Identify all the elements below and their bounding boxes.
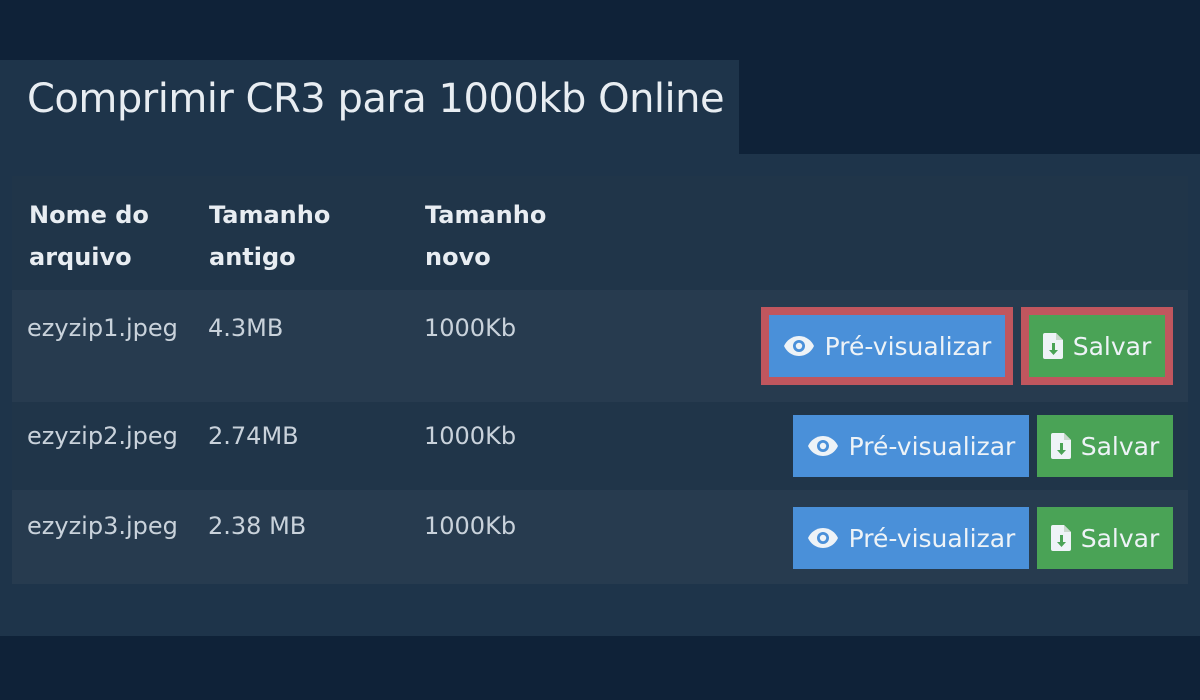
new-size-cell: 1000Kb — [424, 314, 517, 342]
file-download-icon — [1050, 525, 1071, 551]
save-button[interactable]: Salvar — [1029, 315, 1165, 377]
table-header-row: Nome do arquivo Tamanho antigo Tamanho n… — [12, 176, 1188, 290]
preview-button-label: Pré-visualizar — [848, 523, 1016, 553]
file-download-icon — [1042, 333, 1063, 359]
old-size-cell: 2.74MB — [208, 422, 299, 450]
new-size-cell: 1000Kb — [424, 422, 517, 450]
preview-button[interactable]: Pré-visualizar — [769, 315, 1005, 377]
save-button-label: Salvar — [1072, 331, 1152, 361]
column-header-new-size: Tamanho novo — [425, 201, 547, 271]
save-button[interactable]: Salvar — [1037, 507, 1173, 569]
table-row: ezyzip3.jpeg 2.38 MB 1000Kb Pré-visualiz… — [12, 490, 1188, 584]
results-table: Nome do arquivo Tamanho antigo Tamanho n… — [12, 176, 1188, 584]
save-button-label: Salvar — [1080, 431, 1160, 461]
eye-icon — [807, 527, 839, 549]
table-row: ezyzip2.jpeg 2.74MB 1000Kb Pré-visualiza… — [12, 402, 1188, 490]
column-header-old-size: Tamanho antigo — [209, 201, 331, 271]
eye-icon — [807, 435, 839, 457]
preview-button-label: Pré-visualizar — [824, 331, 992, 361]
save-button-label: Salvar — [1080, 523, 1160, 553]
new-size-cell: 1000Kb — [424, 512, 517, 540]
column-header-filename: Nome do arquivo — [29, 201, 149, 271]
preview-button-label: Pré-visualizar — [848, 431, 1016, 461]
filename-cell: ezyzip2.jpeg — [27, 422, 178, 450]
table-row: ezyzip1.jpeg 4.3MB 1000Kb Pré-visualizar… — [12, 290, 1188, 402]
save-button[interactable]: Salvar — [1037, 415, 1173, 477]
preview-button[interactable]: Pré-visualizar — [793, 415, 1029, 477]
preview-button[interactable]: Pré-visualizar — [793, 507, 1029, 569]
page-title: Comprimir CR3 para 1000kb Online — [27, 76, 725, 122]
old-size-cell: 2.38 MB — [208, 512, 307, 540]
old-size-cell: 4.3MB — [208, 314, 284, 342]
filename-cell: ezyzip1.jpeg — [27, 314, 178, 342]
eye-icon — [783, 335, 815, 357]
file-download-icon — [1050, 433, 1071, 459]
filename-cell: ezyzip3.jpeg — [27, 512, 178, 540]
